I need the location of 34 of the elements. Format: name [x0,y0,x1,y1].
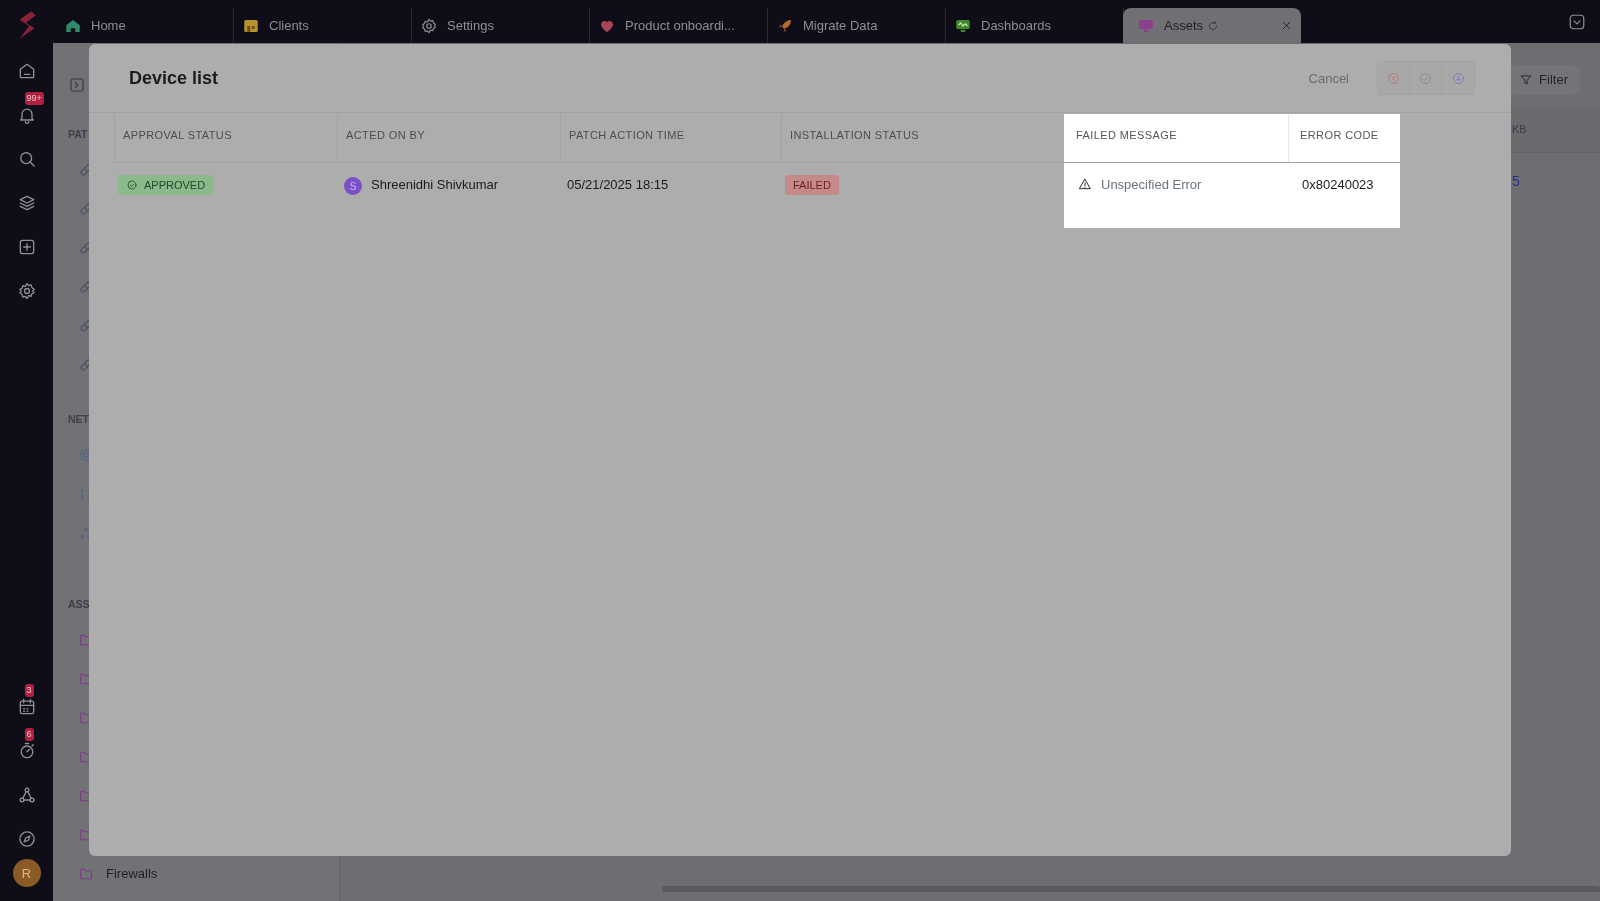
tab[interactable]: Assets [1123,8,1301,43]
close-circle-icon [1386,70,1401,86]
filter-button[interactable]: Filter [1509,64,1580,95]
column-header[interactable]: APPROVAL STATUS [114,114,337,162]
column-header[interactable]: FAILED MESSAGE [1064,114,1288,162]
column-header[interactable]: PATCH ACTION TIME [560,114,781,162]
download-circle-icon [1450,70,1466,86]
close-icon[interactable] [1280,19,1293,32]
settings-icon [420,16,438,35]
table-cell[interactable]: 5 [1512,173,1520,189]
chevron-down-icon[interactable] [1568,12,1586,31]
cancel-button[interactable]: Cancel [1298,64,1359,92]
settings-icon[interactable] [16,281,37,301]
dialog-title: Device list [129,67,219,89]
chevron-right-icon[interactable] [68,76,86,94]
status-badge: APPROVED [118,175,214,195]
compass-icon[interactable] [16,829,37,849]
check-circle-icon [1418,70,1433,86]
column-header[interactable]: ACTED ON BY [337,114,560,162]
check-circle-icon [126,179,138,191]
error-message: Unspecified Error [1101,176,1202,194]
status-badge: FAILED [785,175,839,195]
notification-badge: 99+ [24,92,44,105]
error-code: 0x80240023 [1302,176,1374,194]
side-item-label[interactable]: Firewalls [106,866,158,881]
notification-badge: 3 [24,684,34,697]
filter-icon [1519,72,1534,87]
table-cell-text: 05/21/2025 18:15 [567,176,669,194]
column-header[interactable]: ERROR CODE [1288,114,1400,162]
user-name: Shreenidhi Shivkumar [371,176,499,194]
user-avatar[interactable]: R [12,859,41,887]
notification-badge: 6 [24,728,34,741]
user-avatar: S [344,177,362,195]
warning-icon [1078,177,1092,191]
